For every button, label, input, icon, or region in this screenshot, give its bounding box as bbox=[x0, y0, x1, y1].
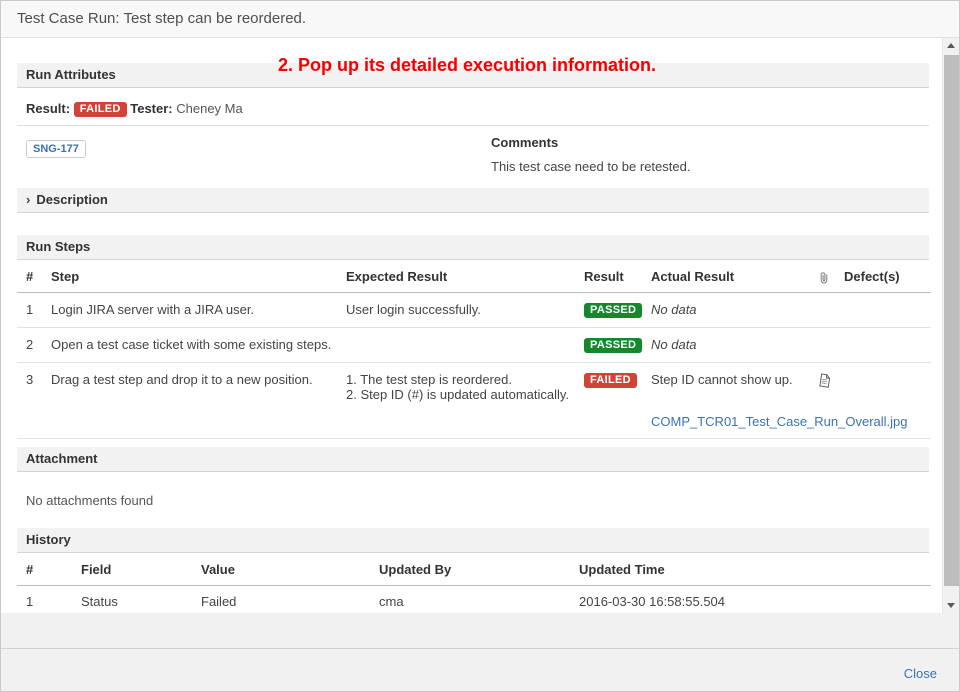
run-steps-table: # Step Expected Result Result Actual Res… bbox=[17, 262, 931, 439]
vertical-scrollbar[interactable] bbox=[942, 38, 959, 613]
step-defects-cell bbox=[835, 292, 931, 327]
table-row: 3 Drag a test step and drop it to a new … bbox=[17, 362, 931, 438]
section-description-toggle[interactable]: › Description bbox=[17, 188, 929, 213]
section-attachment: Attachment bbox=[17, 447, 929, 472]
dialog-bottom-area: Close bbox=[1, 613, 959, 692]
step-result-badge: PASSED bbox=[584, 303, 642, 318]
scroll-down-icon bbox=[947, 603, 955, 608]
step-text: Login JIRA server with a JIRA user. bbox=[42, 292, 337, 327]
issue-key-link[interactable]: SNG-177 bbox=[26, 140, 86, 158]
step-actual: No data bbox=[642, 327, 808, 362]
step-num: 1 bbox=[17, 292, 42, 327]
dialog-title: Test Case Run: Test step can be reordere… bbox=[1, 1, 959, 38]
step-result-badge: FAILED bbox=[584, 373, 637, 388]
attributes-columns: SNG-177 Comments This test case need to … bbox=[17, 134, 929, 188]
table-row: 1 Login JIRA server with a JIRA user. Us… bbox=[17, 292, 931, 327]
col-defects: Defect(s) bbox=[835, 262, 931, 292]
col-updated-time: Updated Time bbox=[570, 554, 931, 586]
attachment-file-link[interactable]: COMP_TCR01_Test_Case_Run_Overall.jpg bbox=[651, 414, 804, 429]
dialog-footer: Close bbox=[1, 648, 959, 692]
paperclip-icon bbox=[808, 262, 835, 292]
scrollbar-down-button[interactable] bbox=[943, 597, 959, 613]
comments-text: This test case need to be retested. bbox=[491, 159, 929, 174]
expected-line: 1. The test step is reordered. bbox=[346, 372, 571, 387]
test-case-run-dialog: Test Case Run: Test step can be reordere… bbox=[0, 0, 960, 692]
close-button[interactable]: Close bbox=[904, 666, 937, 681]
no-attachments-text: No attachments found bbox=[26, 493, 929, 508]
step-actual: No data bbox=[642, 292, 808, 327]
step-defects-cell bbox=[835, 327, 931, 362]
history-header-row: # Field Value Updated By Updated Time bbox=[17, 554, 931, 586]
dialog-body: 2. Pop up its detailed execution informa… bbox=[1, 38, 959, 613]
history-updated-by: cma bbox=[370, 585, 570, 613]
run-steps-header-row: # Step Expected Result Result Actual Res… bbox=[17, 262, 931, 292]
history-table: # Field Value Updated By Updated Time 1 … bbox=[17, 554, 931, 613]
history-value: Failed bbox=[192, 585, 370, 613]
comments-column: Comments This test case need to be retes… bbox=[491, 134, 929, 188]
divider bbox=[17, 125, 929, 126]
step-attachment-cell bbox=[808, 292, 835, 327]
tester-value: Cheney Ma bbox=[176, 101, 242, 116]
history-num: 1 bbox=[17, 585, 72, 613]
expected-line: 2. Step ID (#) is updated automatically. bbox=[346, 387, 571, 402]
scrollbar-up-button[interactable] bbox=[943, 38, 959, 54]
step-expected bbox=[337, 327, 575, 362]
step-text: Open a test case ticket with some existi… bbox=[42, 327, 337, 362]
col-actual: Actual Result bbox=[642, 262, 808, 292]
table-row: 2 Open a test case ticket with some exis… bbox=[17, 327, 931, 362]
col-num: # bbox=[17, 262, 42, 292]
result-status-badge: FAILED bbox=[74, 102, 127, 117]
chevron-right-icon: › bbox=[26, 188, 30, 212]
table-row: 1 Status Failed cma 2016-03-30 16:58:55.… bbox=[17, 585, 931, 613]
result-label: Result: bbox=[26, 101, 70, 116]
history-updated-time: 2016-03-30 16:58:55.504 bbox=[570, 585, 931, 613]
col-field: Field bbox=[72, 554, 192, 586]
issue-key-column: SNG-177 bbox=[17, 134, 491, 188]
section-history: History bbox=[17, 528, 929, 553]
step-expected: 1. The test step is reordered. 2. Step I… bbox=[337, 362, 575, 438]
step-num: 3 bbox=[17, 362, 42, 438]
comments-heading: Comments bbox=[491, 135, 929, 150]
result-row: Result: FAILED Tester: Cheney Ma bbox=[17, 100, 929, 117]
step-text: Drag a test step and drop it to a new po… bbox=[42, 362, 337, 438]
tester-label: Tester: bbox=[130, 101, 172, 116]
step-num: 2 bbox=[17, 327, 42, 362]
scrollbar-thumb[interactable] bbox=[944, 55, 959, 586]
col-step: Step bbox=[42, 262, 337, 292]
scroll-up-icon bbox=[947, 43, 955, 48]
col-expected: Expected Result bbox=[337, 262, 575, 292]
col-result: Result bbox=[575, 262, 642, 292]
col-value: Value bbox=[192, 554, 370, 586]
col-num: # bbox=[17, 554, 72, 586]
history-field: Status bbox=[72, 585, 192, 613]
section-run-steps: Run Steps bbox=[17, 235, 929, 260]
step-attachment-cell bbox=[808, 327, 835, 362]
step-actual-text: Step ID cannot show up. bbox=[651, 372, 793, 387]
step-result-badge: PASSED bbox=[584, 338, 642, 353]
step-actual: Step ID cannot show up. COMP_TCR01_Test_… bbox=[642, 362, 808, 438]
step-expected: User login successfully. bbox=[337, 292, 575, 327]
description-label: Description bbox=[36, 188, 108, 212]
col-updated-by: Updated By bbox=[370, 554, 570, 586]
annotation-text: 2. Pop up its detailed execution informa… bbox=[278, 55, 656, 76]
